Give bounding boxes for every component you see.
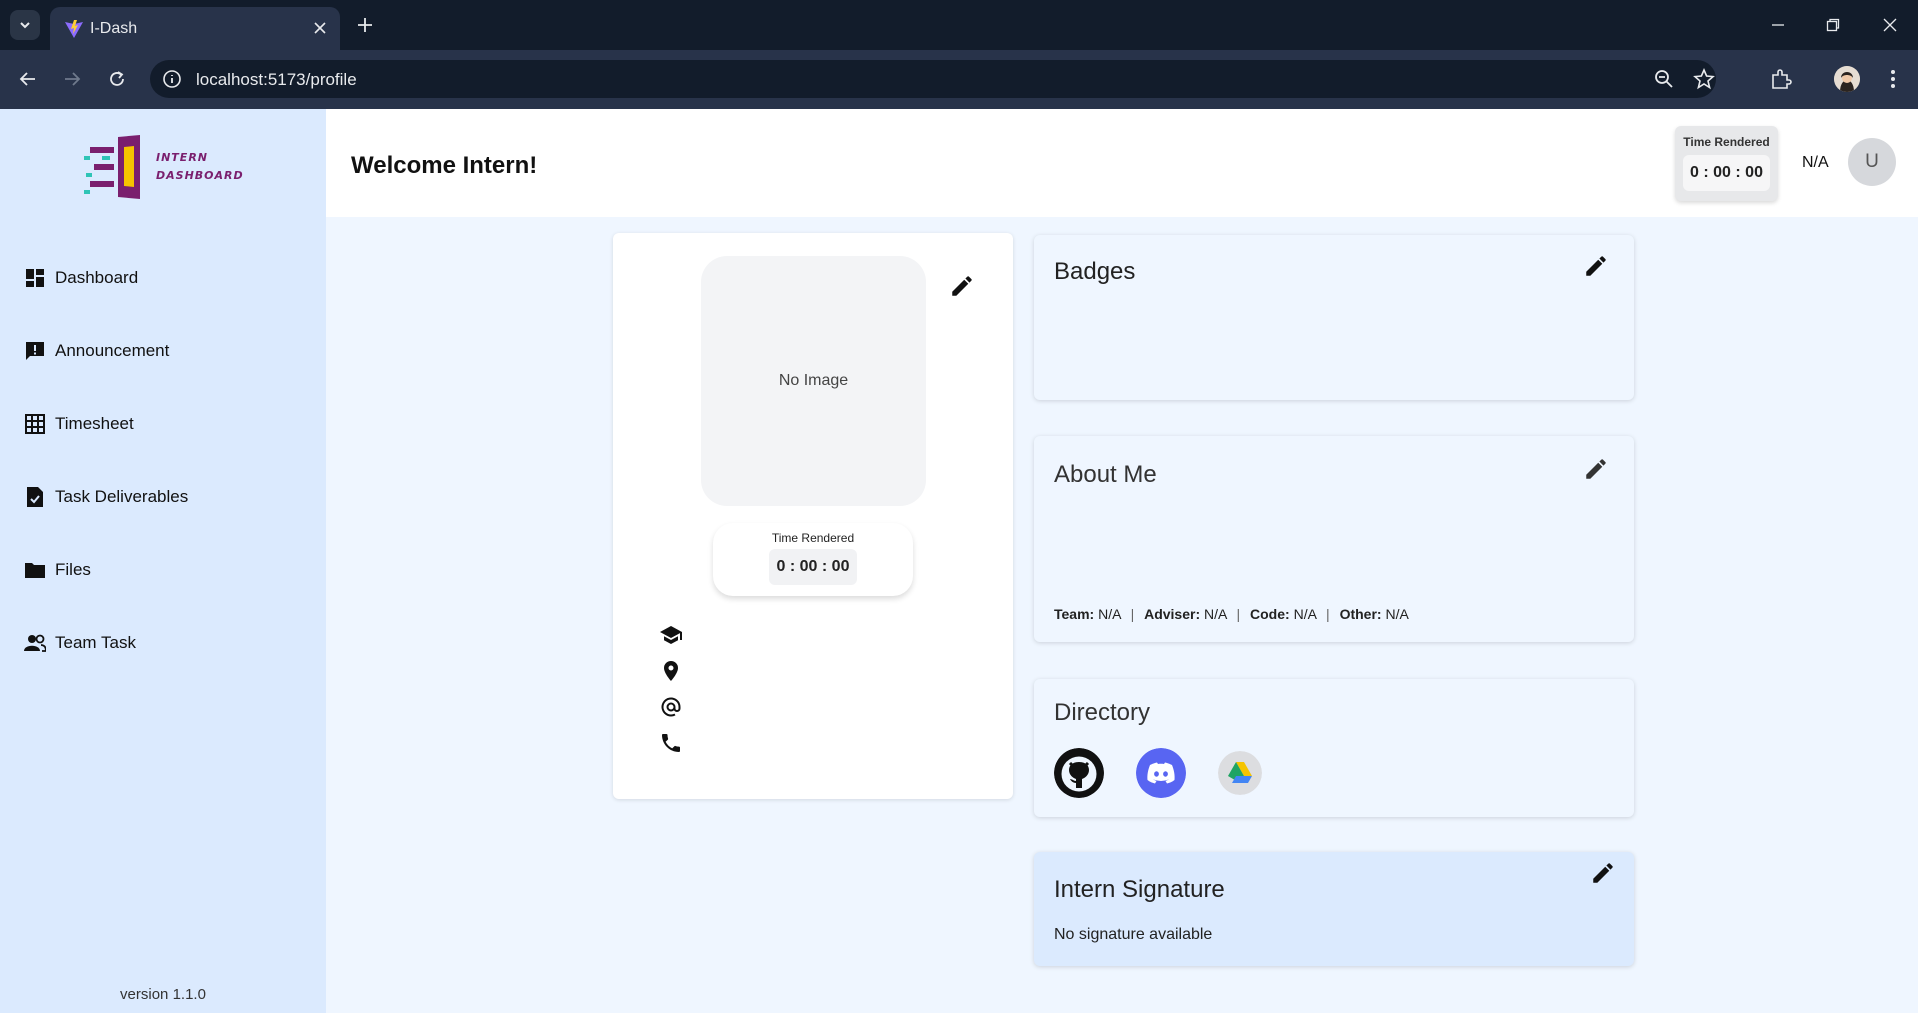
sidebar-item-timesheet[interactable]: Timesheet bbox=[24, 409, 134, 439]
task-icon bbox=[24, 486, 46, 508]
zoom-icon[interactable] bbox=[1653, 68, 1675, 90]
edit-pencil-icon[interactable] bbox=[1590, 860, 1616, 886]
announcement-icon bbox=[24, 340, 46, 362]
phone-icon bbox=[662, 734, 680, 752]
at-sign-icon bbox=[661, 697, 681, 717]
sidebar-item-label: Dashboard bbox=[55, 268, 139, 287]
sidebar-item-task-deliverables[interactable]: Task Deliverables bbox=[24, 482, 188, 512]
signature-title: Intern Signature bbox=[1054, 876, 1225, 903]
sidebar-item-team-task[interactable]: Team Task bbox=[24, 628, 136, 658]
intern-signature-card: Intern Signature No signature available bbox=[1034, 852, 1634, 966]
adviser-label: Adviser: bbox=[1144, 606, 1201, 622]
page-header: Welcome Intern! Time Rendered 0 : 00 : 0… bbox=[326, 109, 1918, 217]
code-label: Code: bbox=[1250, 606, 1290, 622]
team-value: N/A bbox=[1098, 606, 1121, 622]
time-rendered-value: 0 : 00 : 00 bbox=[769, 549, 857, 585]
team-icon bbox=[24, 632, 46, 654]
code-value: N/A bbox=[1293, 606, 1317, 622]
time-rendered-label: Time Rendered bbox=[1683, 135, 1770, 149]
vite-favicon-icon bbox=[65, 20, 83, 38]
browser-tab[interactable]: I-Dash bbox=[50, 7, 340, 50]
sidebar-item-label: Timesheet bbox=[55, 414, 134, 433]
other-value: N/A bbox=[1385, 606, 1409, 622]
profile-time-rendered: Time Rendered 0 : 00 : 00 bbox=[713, 523, 913, 596]
forward-icon[interactable] bbox=[56, 63, 88, 95]
sidebar-item-announcement[interactable]: Announcement bbox=[24, 336, 169, 366]
tab-title: I-Dash bbox=[90, 20, 138, 37]
browser-tab-bar: I-Dash bbox=[0, 0, 1918, 50]
directory-card: Directory bbox=[1034, 679, 1634, 817]
separator: | bbox=[1326, 606, 1330, 622]
reload-icon[interactable] bbox=[101, 63, 133, 95]
time-rendered-value: 0 : 00 : 00 bbox=[1683, 155, 1770, 191]
tab-search-icon[interactable] bbox=[10, 10, 40, 40]
main-content: No Image Time Rendered 0 : 00 : 00 Badge… bbox=[326, 217, 1918, 1013]
sidebar-item-label: Announcement bbox=[55, 341, 170, 360]
sidebar: INTERN DASHBOARD Dashboard Announcement … bbox=[0, 109, 326, 1013]
dashboard-icon bbox=[24, 267, 46, 289]
sidebar-item-label: Files bbox=[55, 560, 91, 579]
signature-status: No signature available bbox=[1054, 926, 1213, 943]
profile-photo[interactable]: No Image bbox=[701, 256, 926, 506]
about-me-card: About Me Team: N/A | Adviser: N/A | Code… bbox=[1034, 436, 1634, 642]
back-icon[interactable] bbox=[12, 63, 44, 95]
restore-icon[interactable] bbox=[1820, 12, 1846, 38]
location-pin-icon bbox=[664, 661, 678, 681]
google-drive-icon[interactable] bbox=[1218, 751, 1262, 795]
browser-toolbar: localhost:5173/profile bbox=[0, 50, 1918, 109]
other-label: Other: bbox=[1339, 606, 1382, 622]
about-me-details: Team: N/A | Adviser: N/A | Code: N/A | O… bbox=[1054, 606, 1409, 622]
extensions-icon[interactable] bbox=[1767, 65, 1795, 93]
url-text: localhost:5173/profile bbox=[196, 70, 357, 89]
edit-pencil-icon[interactable] bbox=[949, 273, 975, 299]
user-name: N/A bbox=[1802, 154, 1829, 171]
window-close-icon[interactable] bbox=[1877, 12, 1903, 38]
graduation-cap-icon bbox=[660, 626, 682, 644]
intern-dashboard-logo[interactable]: INTERN DASHBOARD bbox=[84, 135, 244, 201]
no-image-text: No Image bbox=[778, 372, 849, 389]
team-label: Team: bbox=[1054, 606, 1095, 622]
sidebar-item-label: Team Task bbox=[55, 633, 136, 652]
time-rendered-label: Time Rendered bbox=[771, 531, 855, 545]
site-info-icon[interactable] bbox=[162, 69, 182, 89]
badges-card: Badges bbox=[1034, 235, 1634, 400]
grid-icon bbox=[24, 413, 46, 435]
folder-icon bbox=[24, 559, 46, 581]
profile-card: No Image Time Rendered 0 : 00 : 00 bbox=[613, 233, 1013, 799]
star-icon[interactable] bbox=[1693, 68, 1715, 90]
close-icon[interactable] bbox=[310, 18, 330, 38]
address-bar[interactable]: localhost:5173/profile bbox=[150, 60, 1716, 98]
sidebar-item-dashboard[interactable]: Dashboard bbox=[24, 263, 138, 293]
separator: | bbox=[1236, 606, 1241, 622]
plus-icon[interactable] bbox=[352, 12, 378, 38]
github-icon[interactable] bbox=[1054, 748, 1104, 798]
edit-pencil-icon[interactable] bbox=[1583, 253, 1609, 279]
discord-icon[interactable] bbox=[1136, 748, 1186, 798]
header-time-rendered: Time Rendered 0 : 00 : 00 bbox=[1675, 126, 1778, 201]
edit-pencil-icon[interactable] bbox=[1583, 456, 1609, 482]
browser-profile-avatar[interactable] bbox=[1834, 66, 1860, 92]
directory-title: Directory bbox=[1054, 699, 1151, 726]
logo-line2: DASHBOARD bbox=[156, 169, 244, 182]
minimize-icon[interactable] bbox=[1765, 12, 1791, 38]
page-title: Welcome Intern! bbox=[351, 152, 538, 179]
app-version: version 1.1.0 bbox=[120, 986, 206, 1003]
badges-title: Badges bbox=[1054, 258, 1136, 285]
adviser-value: N/A bbox=[1204, 606, 1227, 622]
logo-line1: INTERN bbox=[156, 151, 208, 164]
separator: | bbox=[1130, 606, 1135, 622]
about-me-title: About Me bbox=[1054, 461, 1157, 488]
sidebar-item-files[interactable]: Files bbox=[24, 555, 91, 585]
avatar[interactable]: U bbox=[1848, 138, 1896, 186]
more-icon[interactable] bbox=[1879, 65, 1907, 93]
sidebar-item-label: Task Deliverables bbox=[55, 487, 189, 506]
